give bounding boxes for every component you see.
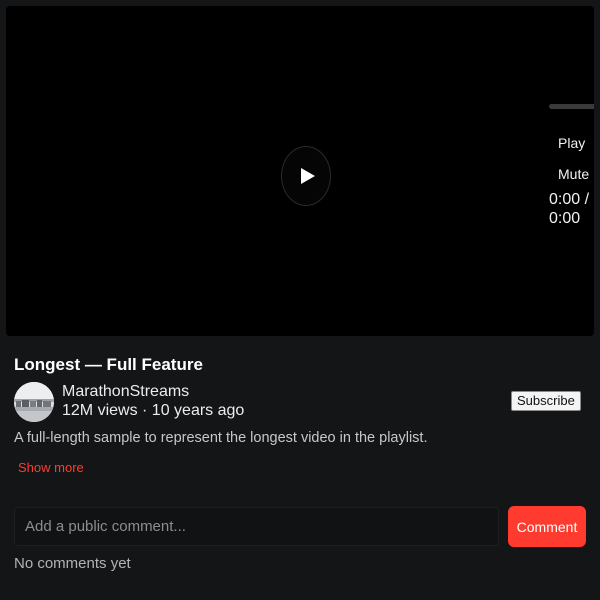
mute-button[interactable]: Mute <box>558 166 589 182</box>
comment-submit-button[interactable]: Comment <box>508 506 586 547</box>
video-player[interactable]: Play Mute 0:00 / 0:00 <box>6 6 594 336</box>
progress-bar[interactable] <box>549 104 594 109</box>
avatar-image <box>14 382 54 422</box>
show-more-link[interactable]: Show more <box>18 460 84 475</box>
channel-avatar[interactable] <box>14 382 54 422</box>
time-display: 0:00 / 0:00 <box>549 191 590 227</box>
comment-input[interactable] <box>14 507 499 546</box>
play-icon <box>300 168 315 184</box>
subscribe-button[interactable]: Subscribe <box>511 391 581 411</box>
video-description: A full-length sample to represent the lo… <box>14 430 428 446</box>
video-title: Longest — Full Feature <box>14 355 203 374</box>
play-button[interactable]: Play <box>558 135 585 151</box>
video-page: Play Mute 0:00 / 0:00 Longest — Full Fea… <box>0 0 600 600</box>
channel-name[interactable]: MarathonStreams <box>62 383 189 401</box>
video-stats: 12M views · 10 years ago <box>62 402 245 419</box>
play-overlay-button[interactable] <box>281 146 331 206</box>
empty-comments-message: No comments yet <box>14 555 131 572</box>
